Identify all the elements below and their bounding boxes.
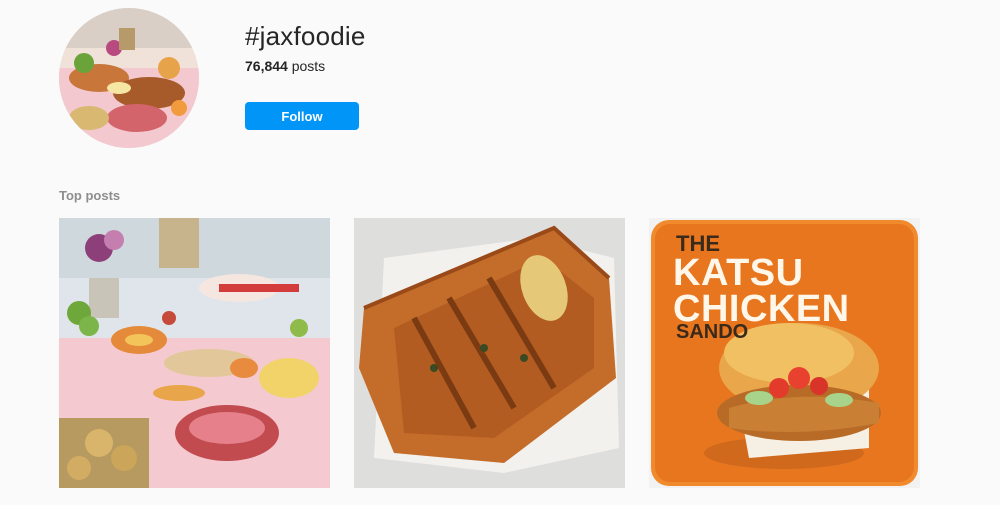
hashtag-title: #jaxfoodie	[245, 21, 366, 51]
top-posts-heading: Top posts	[59, 188, 121, 203]
follow-button[interactable]: Follow	[245, 102, 359, 130]
post-count-label: posts	[291, 58, 326, 74]
post-image-pastry	[354, 218, 625, 488]
top-post-3[interactable]: THE KATSU CHICKEN SANDO	[649, 218, 920, 488]
top-post-2[interactable]	[354, 218, 625, 488]
post-count-value: 76,844	[245, 58, 288, 74]
hashtag-avatar	[59, 8, 199, 148]
post-count: 76,844 posts	[245, 58, 325, 74]
post-image-charcuterie	[59, 218, 330, 488]
avatar-image	[59, 8, 199, 148]
post-image-katsu	[649, 218, 920, 488]
top-post-1[interactable]	[59, 218, 330, 488]
